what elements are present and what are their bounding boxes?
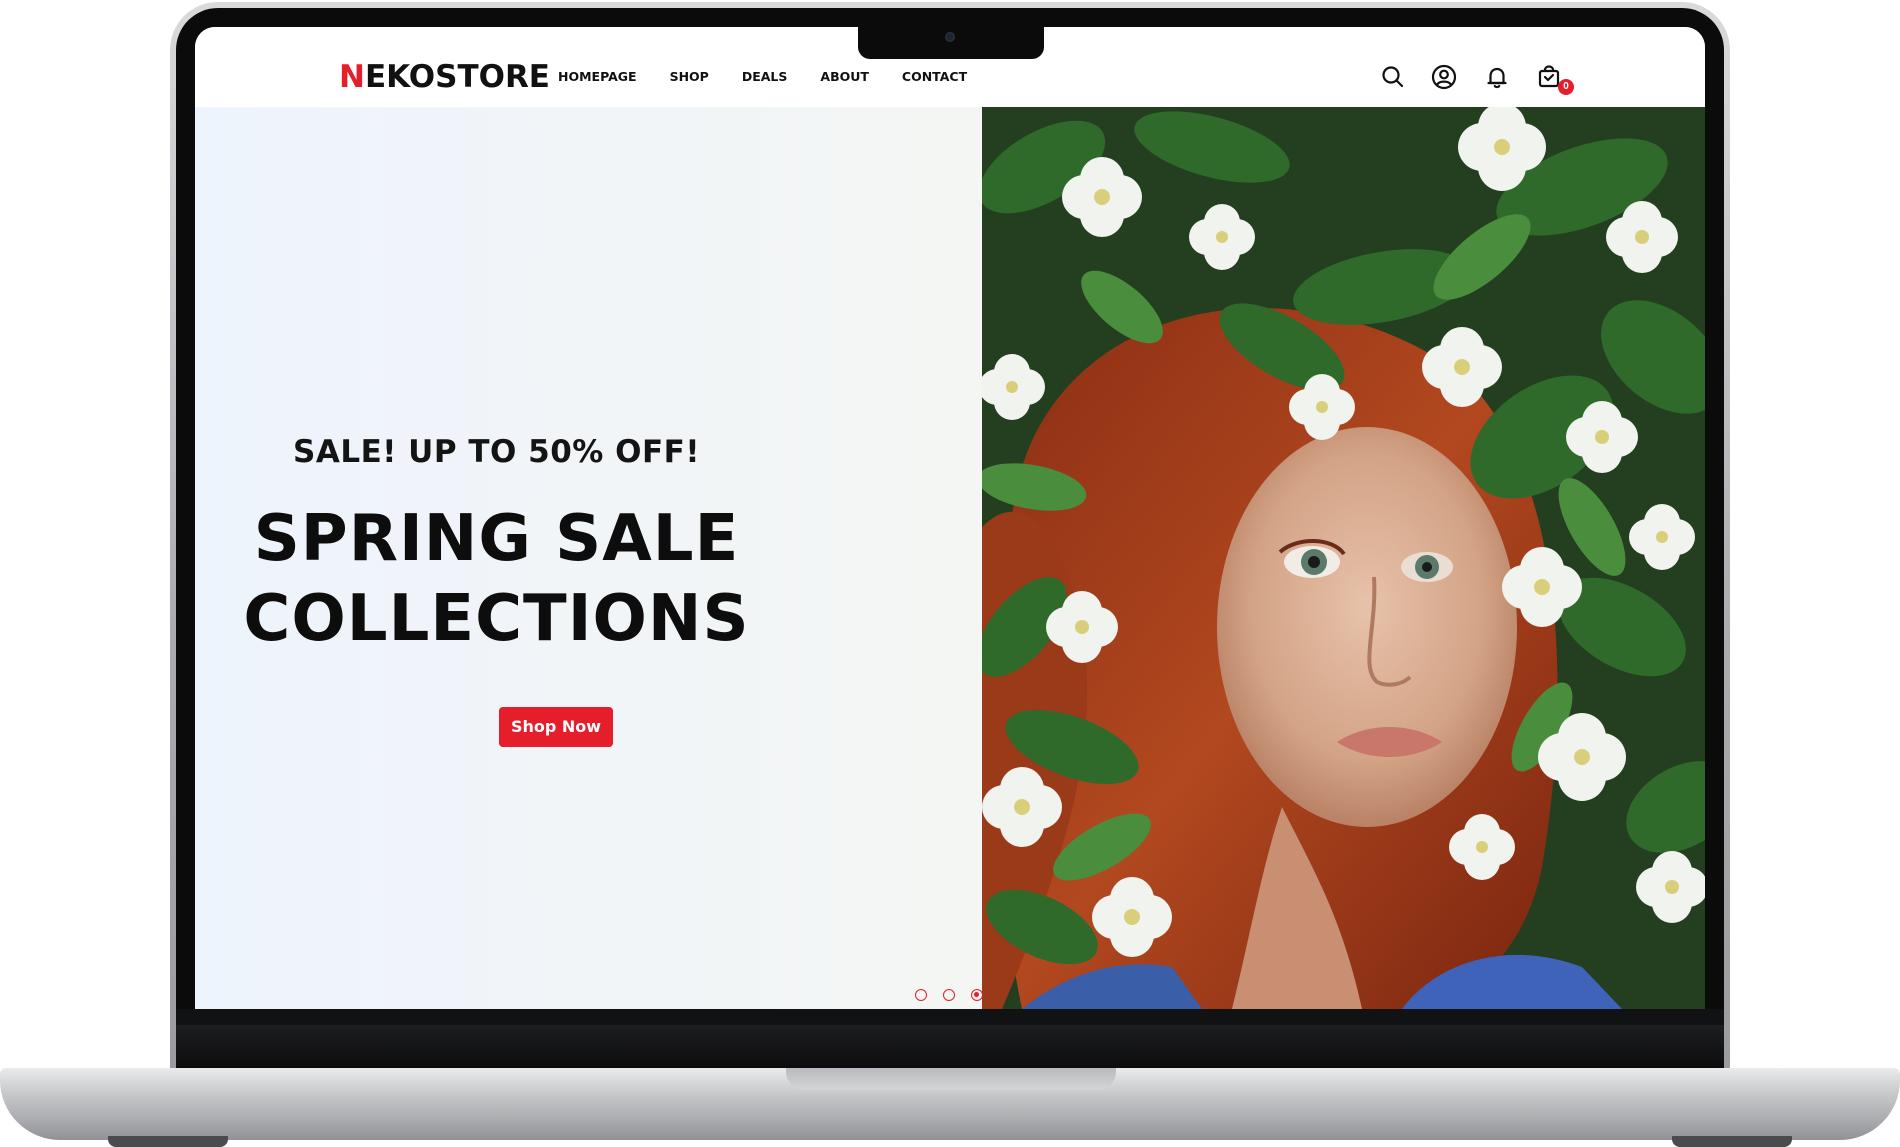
nav-link-homepage[interactable]: HOMEPAGE (558, 70, 637, 84)
nav-link-about[interactable]: ABOUT (820, 70, 869, 84)
site-logo[interactable]: NEKOSTORE (339, 59, 550, 95)
hero-title-line-1: SPRING SALE (253, 502, 740, 576)
slider-dot-1[interactable] (915, 989, 927, 1001)
laptop-foot-left (108, 1136, 228, 1147)
hero-slider: SALE! UP TO 50% OFF! SPRING SALE COLLECT… (195, 107, 1705, 1009)
hero-image (982, 107, 1705, 1009)
hero-photo-illustration (982, 107, 1705, 1009)
hero-title: SPRING SALE COLLECTIONS (195, 499, 798, 659)
hero-kicker: SALE! UP TO 50% OFF! (293, 434, 700, 470)
webcam (945, 32, 955, 42)
shop-now-button[interactable]: Shop Now (499, 707, 613, 747)
laptop-hinge (176, 1025, 1724, 1069)
user-icon[interactable] (1430, 63, 1458, 91)
logo-accent-letter: N (339, 59, 365, 95)
nav-link-deals[interactable]: DEALS (742, 70, 788, 84)
nav-link-contact[interactable]: CONTACT (902, 70, 967, 84)
slider-dot-3[interactable] (971, 989, 983, 1001)
bell-icon[interactable] (1483, 63, 1511, 91)
hero-title-line-2: COLLECTIONS (243, 582, 750, 656)
slider-pagination (915, 989, 1015, 1007)
header-actions (1379, 63, 1569, 95)
laptop-screen: NEKOSTORE HOMEPAGE SHOP DEALS ABOUT CONT… (195, 27, 1705, 1009)
nav-link-shop[interactable]: SHOP (670, 70, 709, 84)
laptop-foot-right (1672, 1136, 1792, 1147)
logo-text: EKOSTORE (364, 59, 550, 95)
search-icon[interactable] (1379, 63, 1407, 91)
main-nav: HOMEPAGE SHOP DEALS ABOUT CONTACT (558, 70, 1000, 84)
laptop-opening-notch (786, 1068, 1116, 1090)
slider-dot-2[interactable] (943, 989, 955, 1001)
hero-text-panel: SALE! UP TO 50% OFF! SPRING SALE COLLECT… (195, 107, 982, 1009)
screen-notch (858, 26, 1044, 59)
cart-count-badge: 0 (1558, 79, 1574, 95)
